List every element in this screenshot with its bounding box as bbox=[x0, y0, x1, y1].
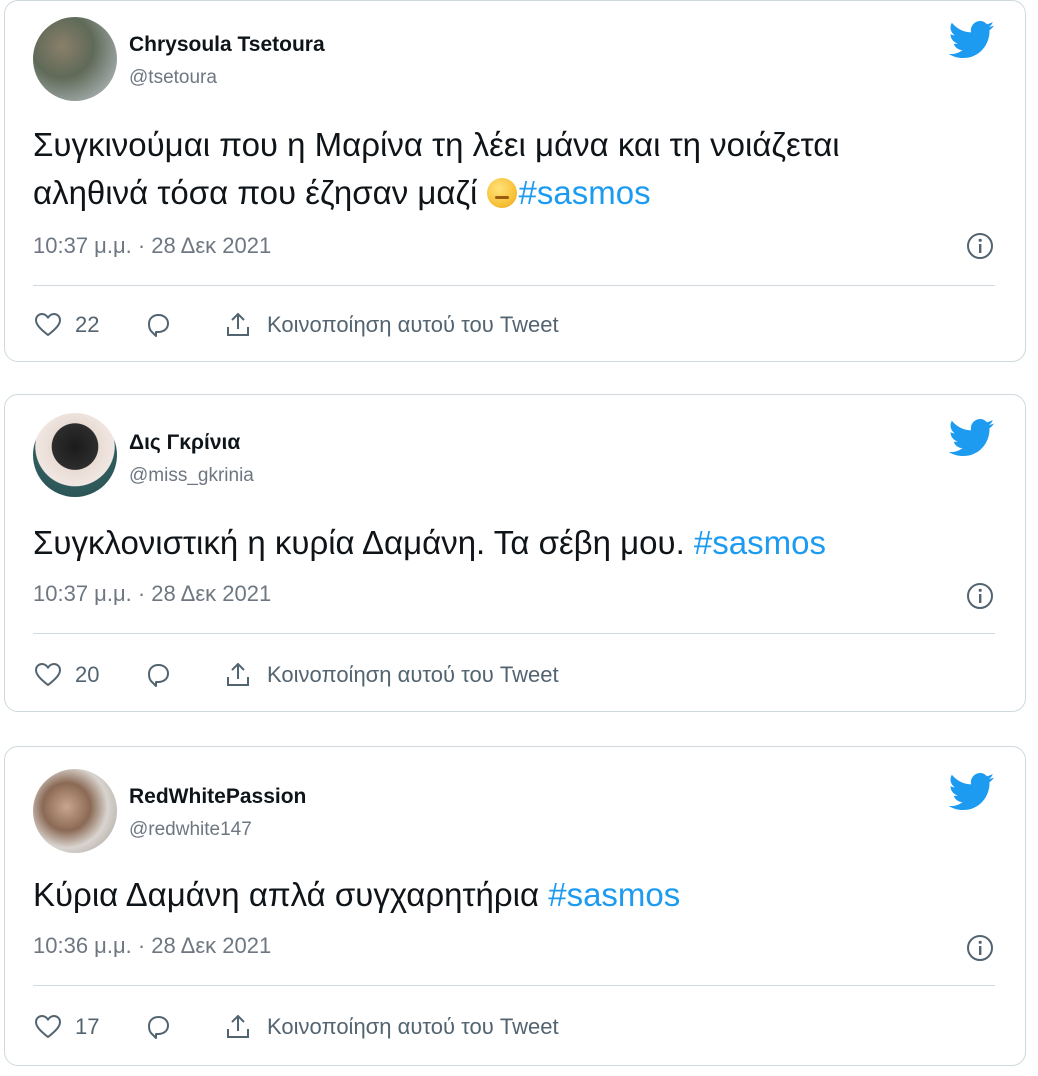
divider bbox=[33, 285, 995, 286]
like-count: 17 bbox=[75, 1014, 100, 1039]
share-icon[interactable] bbox=[223, 1012, 253, 1042]
reply-icon[interactable] bbox=[143, 660, 173, 690]
divider bbox=[33, 985, 995, 986]
tweet-text-line: Συγκλονιστική η κυρία Δαμάνη. Τα σέβη μο… bbox=[33, 524, 694, 561]
timestamp[interactable]: 10:36 μ.μ. · 28 Δεκ 2021 bbox=[33, 933, 271, 959]
action-bar: 22 Κοινοποίηση αυτού του Tweet bbox=[33, 307, 559, 343]
author-name[interactable]: Δις Γκρίνια bbox=[129, 431, 240, 455]
author-handle[interactable]: @miss_gkrinia bbox=[129, 465, 254, 487]
share-tweet-link[interactable]: Κοινοποίηση αυτού του Tweet bbox=[267, 1014, 559, 1040]
sad-face-emoji-icon bbox=[486, 178, 517, 208]
tweet-text: Συγκλονιστική η κυρία Δαμάνη. Τα σέβη μο… bbox=[33, 519, 993, 567]
tweet-text: Κύρια Δαμάνη απλά συγχαρητήρια #sasmos bbox=[33, 871, 993, 919]
tweet-text-line: αληθινά τόσα που έζησαν μαζί bbox=[33, 174, 478, 211]
tweet-text: Συγκινούμαι που η Μαρίνα τη λέει μάνα κα… bbox=[33, 121, 993, 217]
author-handle[interactable]: @tsetoura bbox=[129, 67, 217, 89]
info-icon[interactable] bbox=[965, 933, 995, 963]
share-tweet-link[interactable]: Κοινοποίηση αυτού του Tweet bbox=[267, 312, 559, 338]
hashtag-link[interactable]: #sasmos bbox=[548, 876, 680, 913]
timestamp[interactable]: 10:37 μ.μ. · 28 Δεκ 2021 bbox=[33, 233, 271, 259]
share-icon[interactable] bbox=[223, 660, 253, 690]
reply-icon[interactable] bbox=[143, 1012, 173, 1042]
action-bar: 20 Κοινοποίηση αυτού του Tweet bbox=[33, 657, 559, 693]
heart-icon[interactable] bbox=[33, 1012, 63, 1042]
author-name[interactable]: RedWhitePassion bbox=[129, 785, 306, 809]
twitter-bird-icon[interactable] bbox=[949, 21, 995, 59]
hashtag-link[interactable]: #sasmos bbox=[694, 524, 826, 561]
heart-icon[interactable] bbox=[33, 660, 63, 690]
author-name[interactable]: Chrysoula Tsetoura bbox=[129, 33, 325, 57]
twitter-bird-icon[interactable] bbox=[949, 773, 995, 811]
reply-icon[interactable] bbox=[143, 310, 173, 340]
tweet-card[interactable]: Chrysoula Tsetoura @tsetoura Συγκινούμαι… bbox=[4, 0, 1026, 362]
tweet-card[interactable]: RedWhitePassion @redwhite147 Κύρια Δαμάν… bbox=[4, 746, 1026, 1066]
avatar[interactable] bbox=[33, 413, 117, 497]
share-icon[interactable] bbox=[223, 310, 253, 340]
tweet-text-line: Κύρια Δαμάνη απλά συγχαρητήρια bbox=[33, 876, 549, 913]
like-count: 22 bbox=[75, 312, 100, 337]
avatar[interactable] bbox=[33, 17, 117, 101]
avatar[interactable] bbox=[33, 769, 117, 853]
info-icon[interactable] bbox=[965, 581, 995, 611]
share-tweet-link[interactable]: Κοινοποίηση αυτού του Tweet bbox=[267, 662, 559, 688]
tweet-card[interactable]: Δις Γκρίνια @miss_gkrinia Συγκλονιστική … bbox=[4, 394, 1026, 712]
twitter-bird-icon[interactable] bbox=[949, 419, 995, 457]
tweet-text-line: Συγκινούμαι που η Μαρίνα τη λέει μάνα κα… bbox=[33, 126, 840, 163]
author-handle[interactable]: @redwhite147 bbox=[129, 819, 252, 841]
hashtag-link[interactable]: #sasmos bbox=[519, 174, 651, 211]
info-icon[interactable] bbox=[965, 231, 995, 261]
timestamp[interactable]: 10:37 μ.μ. · 28 Δεκ 2021 bbox=[33, 581, 271, 607]
divider bbox=[33, 633, 995, 634]
action-bar: 17 Κοινοποίηση αυτού του Tweet bbox=[33, 1009, 559, 1045]
like-count: 20 bbox=[75, 662, 100, 687]
heart-icon[interactable] bbox=[33, 310, 63, 340]
